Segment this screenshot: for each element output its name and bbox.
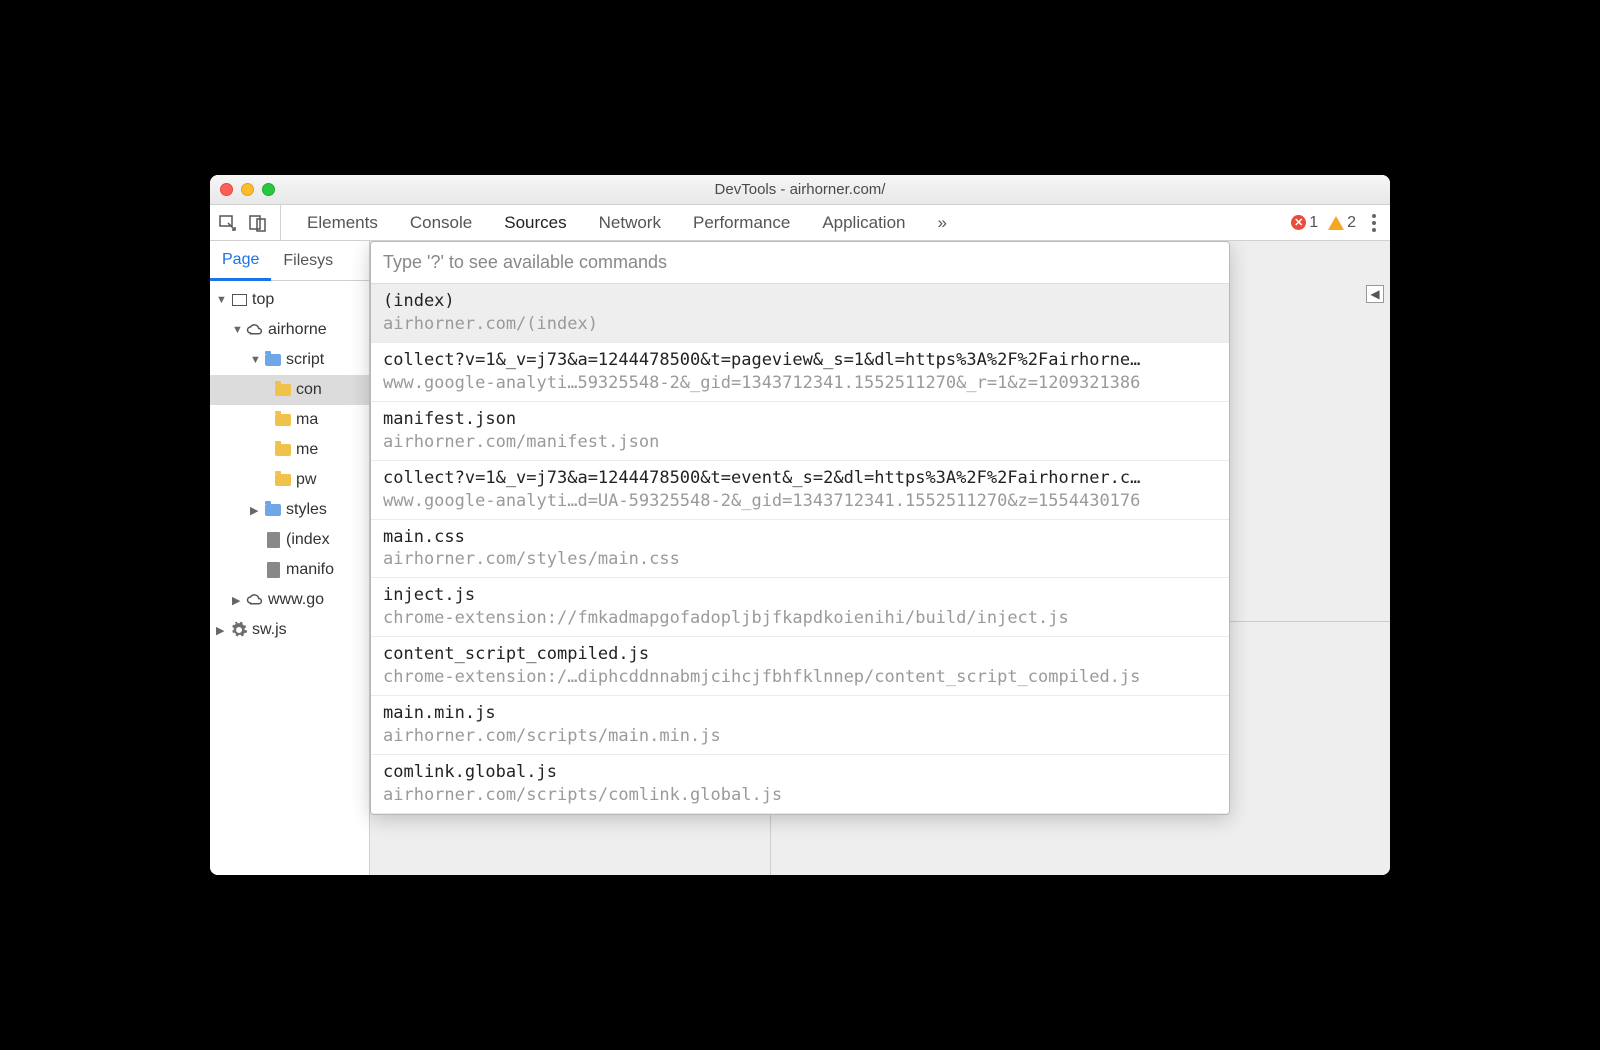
file-icon (267, 532, 280, 548)
tree-item[interactable]: me (210, 435, 369, 465)
inspect-icon[interactable] (218, 214, 238, 232)
command-menu: (index)airhorner.com/(index) collect?v=1… (370, 241, 1230, 815)
cloud-icon (246, 592, 264, 608)
sidebar-tab-filesystem[interactable]: Filesys (271, 241, 345, 280)
error-badge[interactable]: ✕ 1 (1291, 214, 1318, 232)
sidebar-tabs: Page Filesys (210, 241, 369, 281)
command-item[interactable]: collect?v=1&_v=j73&a=1244478500&t=event&… (371, 461, 1229, 520)
file-tree: ▼top ▼airhorne ▼script con ma me pw ▶sty… (210, 281, 369, 875)
panel-tabs: Elements Console Sources Network Perform… (291, 205, 963, 240)
tree-item-styles[interactable]: ▶styles (210, 495, 369, 525)
collapse-debugger-icon[interactable]: ◀ (1366, 285, 1384, 303)
devtools-window: DevTools - airhorner.com/ Elements Conso… (210, 175, 1390, 875)
folder-icon (275, 384, 291, 396)
warning-badge[interactable]: 2 (1328, 214, 1356, 232)
command-item[interactable]: content_script_compiled.jschrome-extensi… (371, 637, 1229, 696)
tab-sources[interactable]: Sources (488, 205, 582, 240)
command-item[interactable]: (index)airhorner.com/(index) (371, 284, 1229, 343)
tab-elements[interactable]: Elements (291, 205, 394, 240)
folder-icon (275, 444, 291, 456)
command-item[interactable]: comlink.global.jsairhorner.com/scripts/c… (371, 755, 1229, 814)
error-count: 1 (1309, 214, 1318, 232)
command-item[interactable]: main.cssairhorner.com/styles/main.css (371, 520, 1229, 579)
tree-item-domain[interactable]: ▼airhorne (210, 315, 369, 345)
tab-application[interactable]: Application (806, 205, 921, 240)
sources-sidebar: Page Filesys ▼top ▼airhorne ▼script con … (210, 241, 370, 875)
command-item[interactable]: inject.jschrome-extension://fmkadmapgofa… (371, 578, 1229, 637)
tab-network[interactable]: Network (583, 205, 677, 240)
tree-item-manifest[interactable]: manifo (210, 555, 369, 585)
tree-item-index[interactable]: (index (210, 525, 369, 555)
cloud-icon (246, 322, 264, 338)
tree-item-top[interactable]: ▼top (210, 285, 369, 315)
error-icon: ✕ (1291, 215, 1306, 230)
tab-performance[interactable]: Performance (677, 205, 806, 240)
kebab-menu-icon[interactable] (1366, 214, 1382, 232)
window-title: DevTools - airhorner.com/ (210, 181, 1390, 198)
device-toggle-icon[interactable] (248, 214, 268, 232)
main-area: Page Filesys ▼top ▼airhorne ▼script con … (210, 241, 1390, 875)
gear-icon (230, 622, 248, 638)
warning-icon (1328, 216, 1344, 230)
folder-icon (265, 354, 281, 366)
command-item[interactable]: collect?v=1&_v=j73&a=1244478500&t=pagevi… (371, 343, 1229, 402)
tree-item-sw[interactable]: ▶sw.js (210, 615, 369, 645)
tree-item[interactable]: ma (210, 405, 369, 435)
warning-count: 2 (1347, 214, 1356, 232)
tree-item-google[interactable]: ▶www.go (210, 585, 369, 615)
command-item[interactable]: manifest.jsonairhorner.com/manifest.json (371, 402, 1229, 461)
folder-icon (275, 414, 291, 426)
file-icon (267, 562, 280, 578)
folder-icon (275, 474, 291, 486)
frame-icon (232, 294, 247, 306)
tree-item[interactable]: pw (210, 465, 369, 495)
tree-item-scripts[interactable]: ▼script (210, 345, 369, 375)
command-results: (index)airhorner.com/(index) collect?v=1… (371, 284, 1229, 814)
titlebar: DevTools - airhorner.com/ (210, 175, 1390, 205)
sidebar-tab-page[interactable]: Page (210, 241, 271, 281)
command-input[interactable] (371, 242, 1229, 284)
tree-item[interactable]: con (210, 375, 369, 405)
tab-console[interactable]: Console (394, 205, 488, 240)
command-item[interactable]: main.min.jsairhorner.com/scripts/main.mi… (371, 696, 1229, 755)
tab-overflow[interactable]: » (921, 205, 962, 240)
folder-icon (265, 504, 281, 516)
main-toolbar: Elements Console Sources Network Perform… (210, 205, 1390, 241)
